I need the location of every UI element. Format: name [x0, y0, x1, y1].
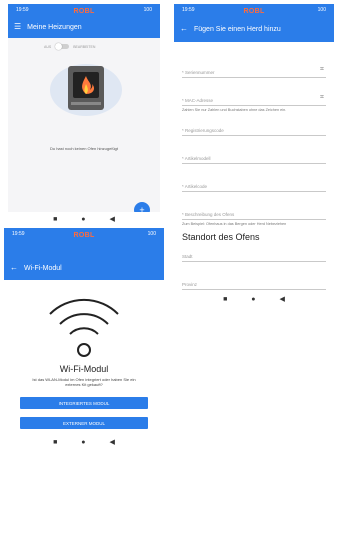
nav-recents-icon[interactable]: ■	[53, 216, 57, 223]
nav-back-icon[interactable]: ◀	[280, 295, 285, 303]
system-nav-bar: ■ ● ◀	[174, 292, 334, 306]
nav-back-icon[interactable]: ◀	[110, 438, 115, 446]
brand-logo: ROBL	[73, 8, 95, 15]
toggle-left-label: AUS	[44, 44, 52, 49]
wifi-question: Ist das WLAN-Modul im Ofen integriert od…	[32, 377, 136, 388]
page-title: Wi-Fi-Modul	[24, 265, 62, 272]
status-indicators: 100	[143, 7, 152, 13]
status-time: 19:59	[16, 7, 29, 13]
status-indicators: 100	[147, 231, 156, 237]
item-code-field[interactable]: * Artikelcode	[182, 174, 326, 192]
registration-code-label: * Registrierungscode	[182, 128, 224, 133]
serial-number-label: * Seriennummer	[182, 70, 215, 75]
wifi-heading: Wi-Fi-Modul	[59, 364, 109, 374]
stove-illustration	[50, 64, 122, 116]
menu-icon[interactable]: ☰	[14, 23, 21, 31]
nav-home-icon[interactable]: ●	[81, 439, 85, 446]
stove-description-field[interactable]: * Beschreibung des Ofens	[182, 202, 326, 220]
toggle-right-label: BEARBEITEN	[73, 44, 96, 49]
status-bar: 19:59 100 ROBL	[174, 4, 334, 16]
brand-logo: ROBL	[73, 232, 95, 239]
app-bar: ← Wi-Fi-Modul	[4, 240, 164, 280]
province-field[interactable]: Provinz	[182, 272, 326, 290]
mode-toggle[interactable]	[55, 43, 70, 50]
item-model-field[interactable]: * Artikelmodell	[182, 146, 326, 164]
status-bar: 19:59 100 ROBL	[4, 228, 164, 240]
item-model-label: * Artikelmodell	[182, 156, 211, 161]
status-time: 19:59	[12, 231, 25, 237]
back-arrow-icon[interactable]: ←	[10, 264, 18, 272]
phone-add-stove: 19:59 100 ROBL ← Fügen Sie einen Herd hi…	[174, 4, 334, 349]
page-title: Fügen Sie einen Herd hinzu	[194, 25, 281, 33]
mac-address-field[interactable]: * MAC-Adresse ⌗	[182, 88, 326, 106]
city-label: Stadt	[182, 254, 193, 259]
integrated-module-button[interactable]: INTEGRIERTES MODUL	[20, 397, 148, 410]
mac-address-label: * MAC-Adresse	[182, 98, 214, 103]
city-field[interactable]: Stadt	[182, 244, 326, 262]
app-bar: ☰ Meine Heizungen	[8, 16, 160, 38]
system-nav-bar: ■ ● ◀	[8, 212, 160, 226]
serial-number-field[interactable]: * Seriennummer ⌗	[182, 60, 326, 78]
external-module-button[interactable]: EXTERNER MODUL	[20, 417, 148, 430]
status-time: 19:59	[182, 7, 195, 13]
nav-back-icon[interactable]: ◀	[110, 215, 115, 223]
page-title: Meine Heizungen	[27, 23, 82, 31]
item-code-label: * Artikelcode	[182, 184, 208, 189]
wifi-icon	[49, 298, 119, 357]
nav-recents-icon[interactable]: ■	[53, 439, 57, 446]
nav-home-icon[interactable]: ●	[81, 216, 85, 223]
nav-home-icon[interactable]: ●	[251, 296, 255, 303]
qr-scan-icon[interactable]: ⌗	[320, 66, 324, 74]
qr-scan-icon[interactable]: ⌗	[320, 94, 324, 102]
phone-wifi-module: 19:59 100 ROBL ← Wi-Fi-Modul Wi-Fi-Modul…	[4, 228, 164, 462]
empty-state-text: Du hast noch keinen Ofen hinzugefügt	[49, 146, 119, 151]
section-title: Standort des Ofens	[182, 232, 260, 242]
app-bar: ← Fügen Sie einen Herd hinzu	[174, 16, 334, 42]
stove-description-label: * Beschreibung des Ofens	[182, 212, 235, 217]
mode-toggle-row: AUS BEARBEITEN	[44, 43, 96, 50]
phone-my-heaters: 19:59 100 ROBL ☰ Meine Heizungen AUS BEA…	[8, 4, 160, 226]
back-arrow-icon[interactable]: ←	[180, 25, 188, 33]
status-indicators: 100	[317, 7, 326, 13]
system-nav-bar: ■ ● ◀	[4, 435, 164, 450]
status-bar: 19:59 100 ROBL	[8, 4, 160, 16]
brand-logo: ROBL	[243, 8, 265, 15]
nav-recents-icon[interactable]: ■	[223, 296, 227, 303]
content-area: AUS BEARBEITEN Du hast noch keinen Ofen …	[8, 38, 160, 226]
description-help-text: Zum Beispiel: Ofenhaus in das Bergen ode…	[182, 222, 287, 226]
registration-code-field[interactable]: * Registrierungscode	[182, 118, 326, 136]
province-label: Provinz	[182, 282, 198, 287]
